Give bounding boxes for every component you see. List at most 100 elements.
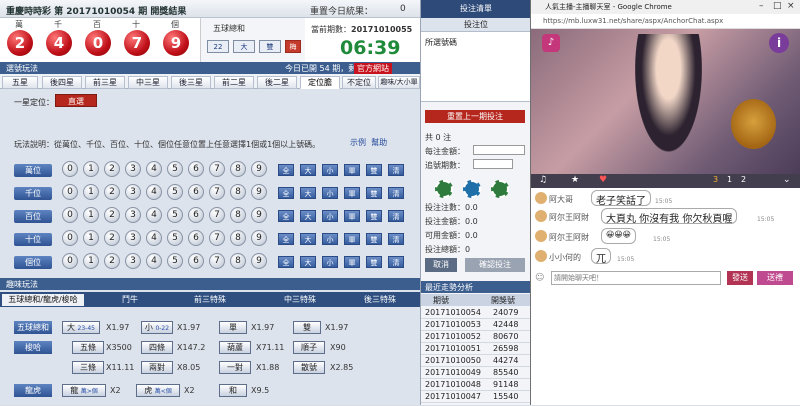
- tab-sum-dragon[interactable]: 五球總和/龍虎/梭哈: [2, 294, 84, 306]
- digit-button[interactable]: 4: [146, 161, 162, 177]
- digit-button[interactable]: 0: [62, 207, 78, 223]
- bet-option[interactable]: 單: [219, 321, 247, 334]
- bet-option[interactable]: 一對: [219, 361, 251, 374]
- digit-button[interactable]: 7: [209, 207, 225, 223]
- bet-option[interactable]: 散號: [293, 361, 325, 374]
- digit-button[interactable]: 6: [188, 230, 204, 246]
- digit-button[interactable]: 7: [209, 230, 225, 246]
- tab-back-two[interactable]: 後二星: [257, 76, 297, 89]
- digit-button[interactable]: 0: [62, 161, 78, 177]
- select-odd-button[interactable]: 單: [344, 233, 360, 245]
- digit-button[interactable]: 5: [167, 253, 183, 269]
- tab-front-three[interactable]: 前三星: [85, 76, 125, 89]
- digit-button[interactable]: 6: [188, 207, 204, 223]
- clear-button[interactable]: 清: [388, 233, 404, 245]
- digit-button[interactable]: 9: [251, 207, 267, 223]
- select-even-button[interactable]: 雙: [366, 233, 382, 245]
- digit-button[interactable]: 9: [251, 253, 267, 269]
- select-small-button[interactable]: 小: [322, 256, 338, 268]
- tab-fun[interactable]: 趣味/大小單雙: [378, 76, 420, 97]
- tab-front-two[interactable]: 前二星: [214, 76, 254, 89]
- digit-button[interactable]: 7: [209, 184, 225, 200]
- tab-back-four[interactable]: 後四星: [42, 76, 82, 89]
- chip-icon[interactable]: [491, 180, 509, 198]
- tab-mid-three-special[interactable]: 中三特殊: [270, 294, 330, 306]
- select-small-button[interactable]: 小: [322, 187, 338, 199]
- digit-button[interactable]: 4: [146, 230, 162, 246]
- tab-back-three-special[interactable]: 後三特殊: [350, 294, 410, 306]
- digit-button[interactable]: 9: [251, 230, 267, 246]
- digit-button[interactable]: 8: [230, 253, 246, 269]
- bet-option[interactable]: 小 0-22: [141, 321, 173, 334]
- bet-option[interactable]: 兩對: [141, 361, 173, 374]
- bet-option[interactable]: 龍 萬>個: [62, 384, 106, 397]
- digit-button[interactable]: 9: [251, 161, 267, 177]
- chat-input[interactable]: [551, 271, 721, 285]
- bet-option[interactable]: 三條: [72, 361, 104, 374]
- digit-button[interactable]: 0: [62, 253, 78, 269]
- digit-button[interactable]: 1: [83, 230, 99, 246]
- direct-select-button[interactable]: 直選: [55, 94, 97, 107]
- confirm-bet-button[interactable]: 確認投注: [465, 258, 525, 272]
- unit-amount-input[interactable]: [473, 145, 525, 155]
- gift-button[interactable]: 送禮: [757, 271, 793, 285]
- select-small-button[interactable]: 小: [322, 233, 338, 245]
- select-big-button[interactable]: 大: [300, 187, 316, 199]
- select-odd-button[interactable]: 單: [344, 187, 360, 199]
- clear-button[interactable]: 清: [388, 164, 404, 176]
- digit-button[interactable]: 8: [230, 207, 246, 223]
- digit-button[interactable]: 5: [167, 207, 183, 223]
- bet-option[interactable]: 雙: [293, 321, 321, 334]
- digit-button[interactable]: 7: [209, 253, 225, 269]
- select-even-button[interactable]: 雙: [366, 256, 382, 268]
- select-all-button[interactable]: 全: [278, 233, 294, 245]
- live-video[interactable]: ♪ i: [531, 29, 800, 174]
- digit-button[interactable]: 2: [104, 184, 120, 200]
- tab-bull[interactable]: 鬥牛: [100, 294, 160, 306]
- select-odd-button[interactable]: 單: [344, 164, 360, 176]
- select-odd-button[interactable]: 單: [344, 256, 360, 268]
- digit-button[interactable]: 3: [125, 253, 141, 269]
- digit-button[interactable]: 5: [167, 161, 183, 177]
- digit-button[interactable]: 1: [83, 161, 99, 177]
- send-button[interactable]: 發送: [727, 271, 753, 285]
- close-icon[interactable]: ×: [787, 1, 795, 11]
- tab-back-three[interactable]: 後三星: [171, 76, 211, 89]
- digit-button[interactable]: 0: [62, 230, 78, 246]
- digit-button[interactable]: 7: [209, 161, 225, 177]
- digit-button[interactable]: 4: [146, 207, 162, 223]
- digit-button[interactable]: 6: [188, 161, 204, 177]
- digit-button[interactable]: 2: [104, 253, 120, 269]
- select-big-button[interactable]: 大: [300, 233, 316, 245]
- reset-last-bet-button[interactable]: 重置上一期投注: [425, 110, 525, 123]
- chip-icon[interactable]: [463, 180, 481, 198]
- digit-button[interactable]: 3: [125, 161, 141, 177]
- tab-no-position[interactable]: 不定位: [342, 76, 376, 89]
- bet-option[interactable]: 順子: [293, 341, 325, 354]
- select-small-button[interactable]: 小: [322, 164, 338, 176]
- address-bar[interactable]: https://mb.luxw31.net/share/aspx/AnchorC…: [531, 14, 800, 29]
- select-big-button[interactable]: 大: [300, 164, 316, 176]
- maximize-icon[interactable]: □: [773, 1, 782, 11]
- digit-button[interactable]: 1: [83, 207, 99, 223]
- help-link[interactable]: 幫助: [371, 138, 387, 147]
- digit-button[interactable]: 3: [125, 230, 141, 246]
- digit-button[interactable]: 8: [230, 184, 246, 200]
- select-odd-button[interactable]: 單: [344, 210, 360, 222]
- digit-button[interactable]: 5: [167, 184, 183, 200]
- minimize-icon[interactable]: –: [759, 1, 764, 11]
- volume-icon[interactable]: ♫: [539, 175, 547, 185]
- info-icon[interactable]: i: [769, 33, 789, 53]
- expand-icon[interactable]: ⌄: [783, 175, 791, 185]
- select-small-button[interactable]: 小: [322, 210, 338, 222]
- digit-button[interactable]: 6: [188, 253, 204, 269]
- tab-mid-three[interactable]: 中三星: [128, 76, 168, 89]
- digit-button[interactable]: 8: [230, 230, 246, 246]
- emoji-icon[interactable]: ☺: [535, 273, 544, 283]
- clear-button[interactable]: 清: [388, 210, 404, 222]
- digit-button[interactable]: 8: [230, 161, 246, 177]
- chase-periods-stepper[interactable]: [473, 159, 513, 169]
- select-big-button[interactable]: 大: [300, 210, 316, 222]
- digit-button[interactable]: 1: [83, 253, 99, 269]
- bet-option[interactable]: 四條: [141, 341, 173, 354]
